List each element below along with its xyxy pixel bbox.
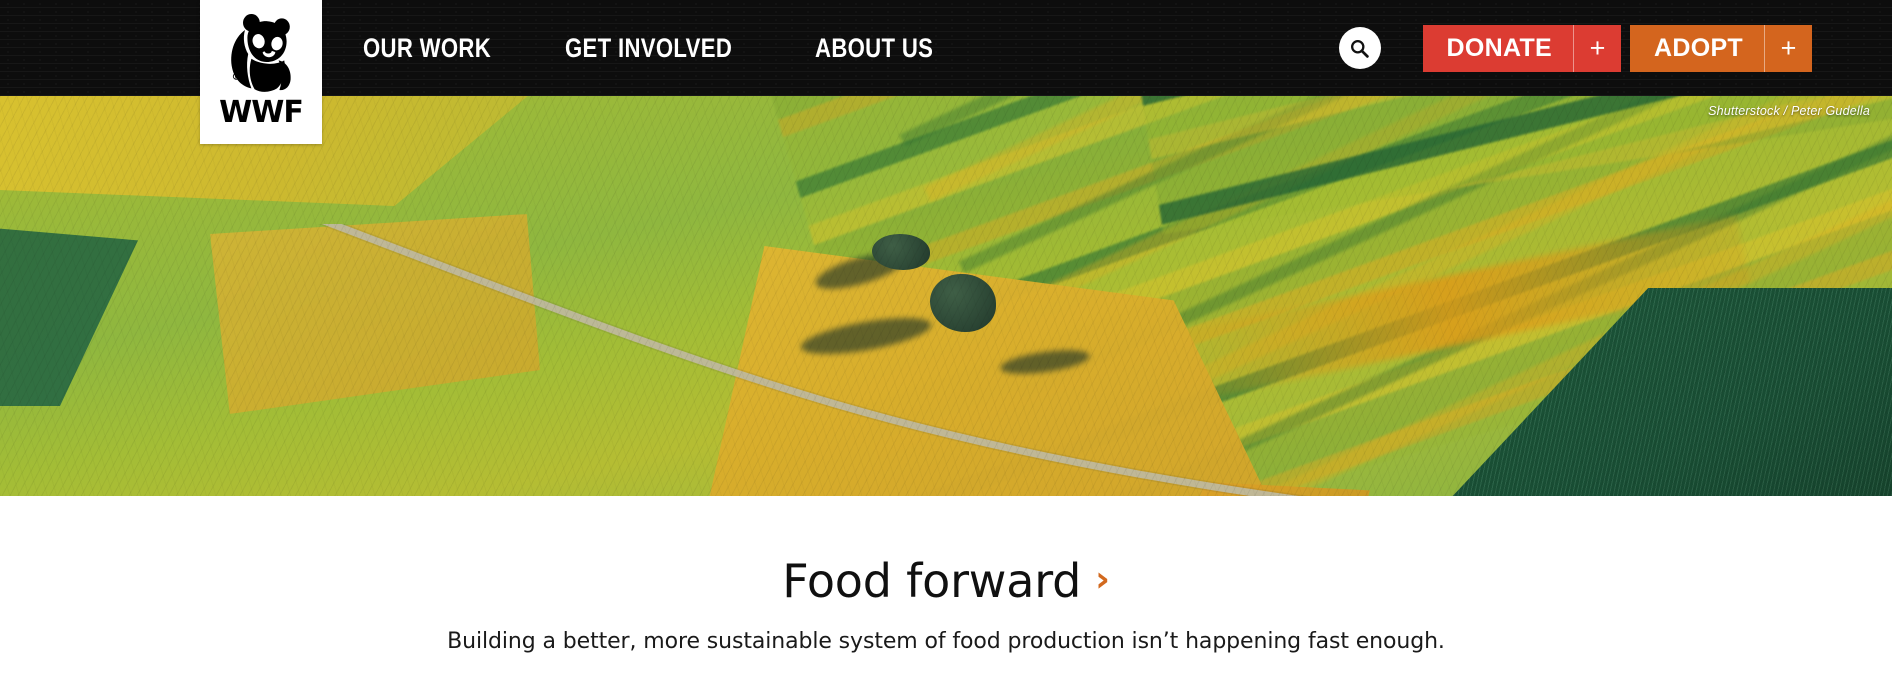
- search-button[interactable]: [1338, 27, 1381, 69]
- hero-image: [0, 96, 1892, 496]
- adopt-button[interactable]: ADOPT +: [1630, 24, 1812, 72]
- hero-content: Food forward › Building a better, more s…: [0, 496, 1892, 696]
- wwf-landing-page: OUR WORK GET INVOLVED ABOUT US DONATE +: [0, 0, 1892, 696]
- wwf-wordmark: WWF: [219, 95, 304, 130]
- svg-text:R: R: [235, 75, 238, 80]
- main-navigation: OUR WORK GET INVOLVED ABOUT US: [363, 0, 959, 96]
- donate-label: DONATE: [1446, 33, 1552, 62]
- panda-logo-icon: R: [231, 14, 291, 92]
- header-actions: DONATE + ADOPT +: [1338, 0, 1812, 96]
- hero-banner: Shutterstock / Peter Gudella: [0, 96, 1892, 496]
- crop-rows-texture-secondary: [0, 96, 1892, 496]
- adopt-expand-icon[interactable]: +: [1764, 24, 1812, 72]
- adopt-label: ADOPT: [1654, 33, 1743, 62]
- nav-item-get-involved[interactable]: GET INVOLVED: [565, 33, 732, 64]
- nav-item-about-us[interactable]: ABOUT US: [815, 33, 933, 64]
- wwf-logo[interactable]: R WWF: [200, 0, 322, 144]
- page-title-link[interactable]: Food forward ›: [782, 556, 1110, 607]
- donate-expand-icon[interactable]: +: [1573, 24, 1621, 72]
- donate-button[interactable]: DONATE +: [1422, 24, 1621, 72]
- photo-credit: Shutterstock / Peter Gudella: [1708, 104, 1870, 118]
- page-subtitle: Building a better, more sustainable syst…: [447, 628, 1445, 654]
- search-icon: [1351, 39, 1369, 58]
- nav-item-our-work[interactable]: OUR WORK: [363, 33, 491, 64]
- chevron-right-icon: ›: [1095, 559, 1110, 601]
- page-title: Food forward: [782, 554, 1082, 608]
